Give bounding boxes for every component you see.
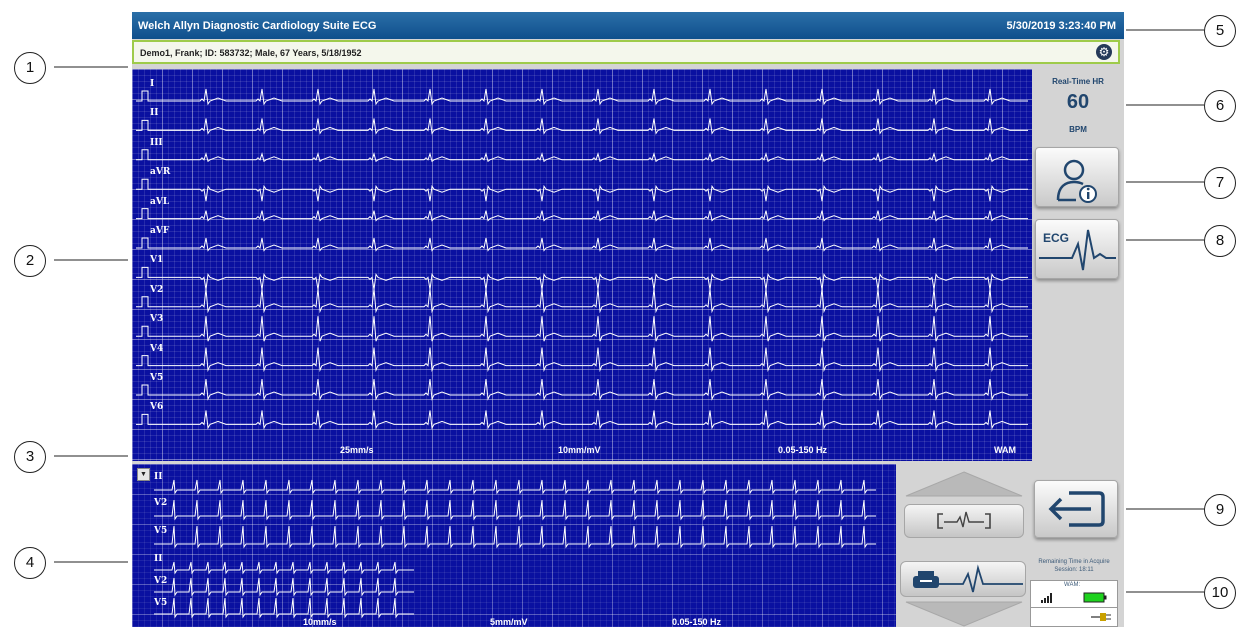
callout-9: 9 (1204, 494, 1236, 526)
callout-10: 10 (1204, 577, 1236, 609)
callout-6: 6 (1204, 90, 1236, 122)
callout-leader-lines (54, 29, 1204, 593)
callout-8: 8 (1204, 225, 1236, 257)
callout-5: 5 (1204, 15, 1236, 47)
callout-4: 4 (14, 547, 46, 579)
callout-3: 3 (14, 441, 46, 473)
callout-2: 2 (14, 245, 46, 277)
callout-7: 7 (1204, 167, 1236, 199)
callout-1: 1 (14, 52, 46, 84)
